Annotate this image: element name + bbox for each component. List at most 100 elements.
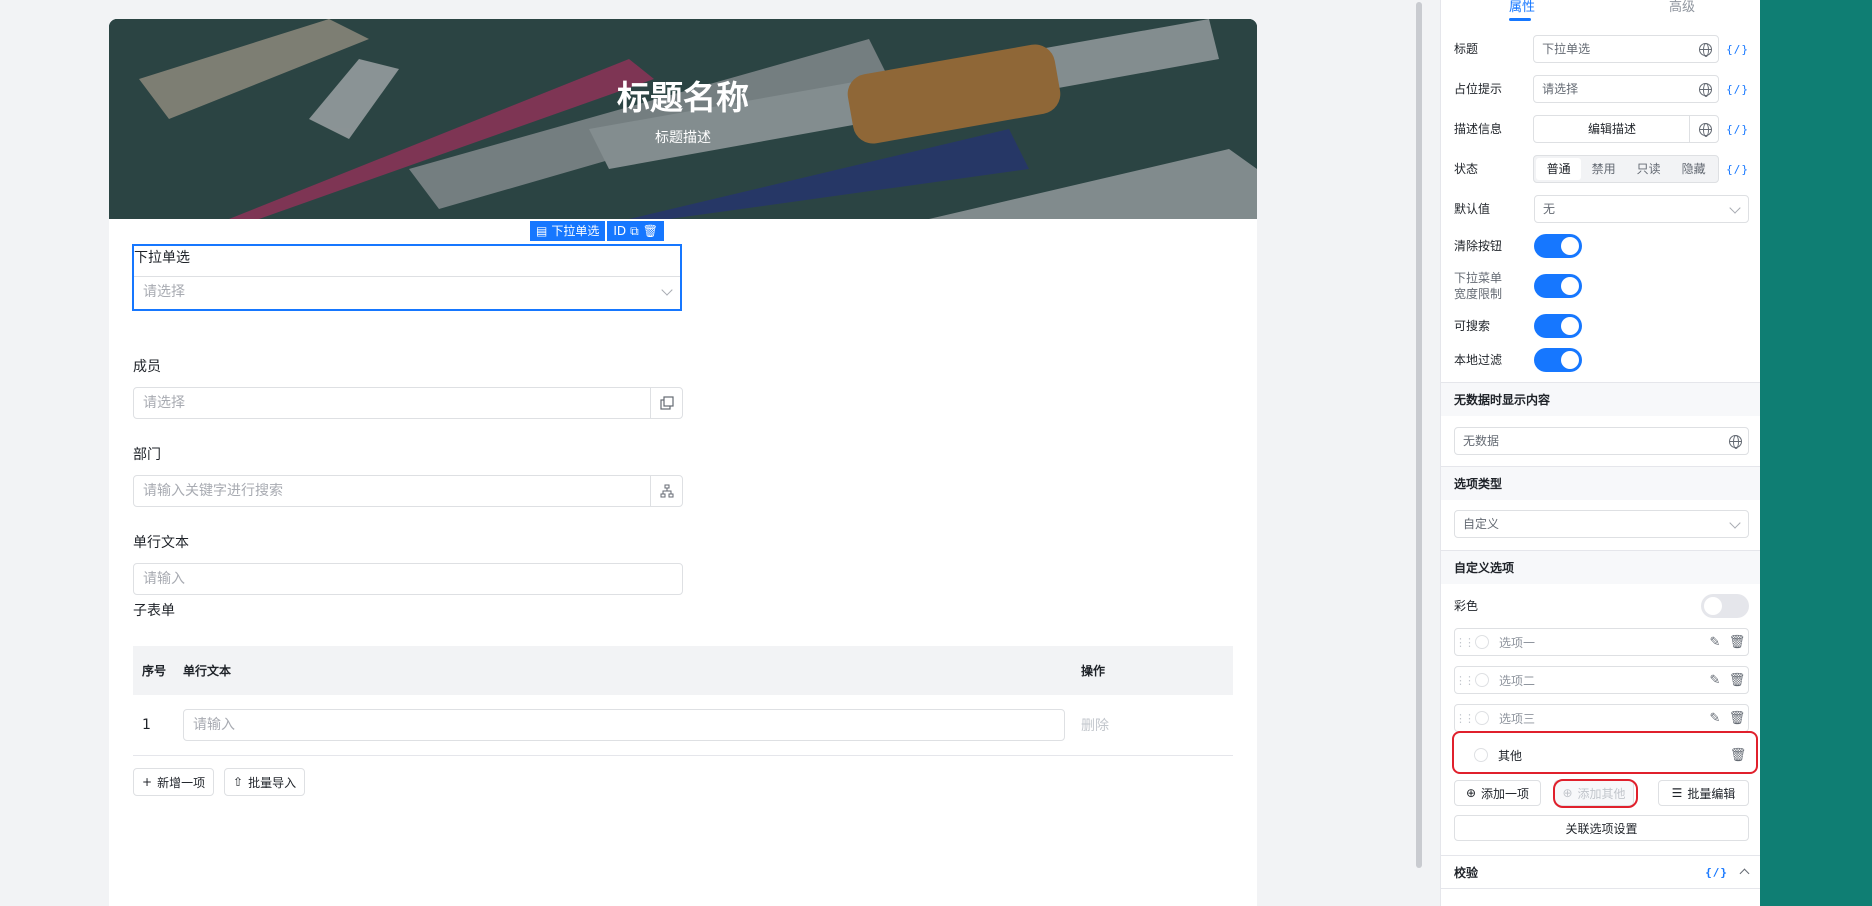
row-delete-link[interactable]: 删除 bbox=[1071, 715, 1109, 735]
subtable-label: 子表单 bbox=[133, 603, 175, 619]
status-option-readonly[interactable]: 只读 bbox=[1626, 158, 1671, 180]
member-field-label: 成员 bbox=[133, 359, 161, 375]
expression-icon[interactable]: {/} bbox=[1705, 856, 1728, 890]
batch-import-button[interactable]: ⇧ 批量导入 bbox=[224, 768, 306, 796]
row-text-input[interactable]: 请输入 bbox=[183, 709, 1065, 741]
form-canvas: 标题名称 标题描述 下拉单选 请选择 成员 请选择 部门 请输入关键字进行搜索 bbox=[0, 0, 1410, 906]
width-limit-toggle[interactable] bbox=[1534, 274, 1582, 298]
prop-placeholder-value: 请选择 bbox=[1542, 82, 1579, 96]
prop-title-row: 标题 下拉单选 {/} bbox=[1454, 35, 1749, 63]
tab-advanced[interactable]: 高级 bbox=[1669, 0, 1695, 15]
column-header-action: 操作 bbox=[1081, 664, 1106, 678]
expression-icon[interactable]: {/} bbox=[1726, 123, 1749, 136]
edit-icon[interactable]: ✎ bbox=[1704, 673, 1726, 688]
trash-icon[interactable]: 🗑 bbox=[643, 221, 658, 241]
drag-handle-icon[interactable]: ⋮⋮ bbox=[1455, 712, 1475, 725]
dropdown-field-selected[interactable]: 下拉单选 请选择 bbox=[132, 244, 682, 311]
drag-handle-icon[interactable]: ⋮⋮ bbox=[1455, 636, 1475, 649]
trash-icon[interactable]: 🗑 bbox=[1726, 711, 1748, 726]
globe-icon[interactable] bbox=[1699, 43, 1713, 57]
form-banner: 标题名称 标题描述 bbox=[109, 19, 1257, 219]
searchable-label: 可搜索 bbox=[1454, 319, 1491, 333]
dropdown-select[interactable]: 请选择 bbox=[134, 276, 680, 308]
clear-button-row: 清除按钮 bbox=[1454, 234, 1749, 258]
department-field: 部门 请输入关键字进行搜索 bbox=[133, 445, 683, 507]
option-item: ⋮⋮ 选项三 ✎ 🗑 bbox=[1454, 704, 1749, 732]
globe-icon[interactable] bbox=[1699, 83, 1713, 97]
clear-button-toggle[interactable] bbox=[1534, 234, 1582, 258]
searchable-toggle[interactable] bbox=[1534, 314, 1582, 338]
edit-description-button[interactable]: 编辑描述 bbox=[1532, 115, 1720, 143]
default-value-select[interactable]: 无 bbox=[1534, 195, 1749, 223]
text-input[interactable]: 请输入 bbox=[133, 563, 683, 595]
add-option-button[interactable]: ⊕ 添加一项 bbox=[1454, 780, 1541, 806]
tab-properties[interactable]: 属性 bbox=[1509, 0, 1535, 15]
trash-icon[interactable]: 🗑 bbox=[1726, 673, 1748, 688]
member-placeholder: 请选择 bbox=[143, 395, 185, 411]
trash-icon[interactable]: 🗑 bbox=[1726, 635, 1748, 650]
colorful-row: 彩色 bbox=[1454, 594, 1749, 618]
clear-button-label: 清除按钮 bbox=[1454, 239, 1503, 253]
member-select[interactable]: 请选择 bbox=[133, 387, 683, 419]
expression-icon[interactable]: {/} bbox=[1726, 163, 1749, 176]
canvas-scrollbar[interactable] bbox=[1414, 0, 1424, 906]
subtable: 序号 单行文本 操作 1 请输入 删除 bbox=[133, 646, 1233, 756]
prop-default-label: 默认值 bbox=[1454, 202, 1491, 216]
table-row: 1 请输入 删除 bbox=[133, 695, 1233, 756]
highlight-box-other bbox=[1452, 731, 1758, 774]
field-type-icon: ▤ bbox=[536, 224, 548, 238]
status-segmented-control: 普通 禁用 只读 隐藏 bbox=[1533, 155, 1720, 183]
width-limit-label-line1: 下拉菜单 bbox=[1454, 271, 1503, 285]
globe-icon[interactable] bbox=[1699, 123, 1713, 137]
globe-icon[interactable] bbox=[1729, 435, 1742, 449]
prop-title-input[interactable]: 下拉单选 bbox=[1533, 35, 1720, 63]
no-data-input[interactable]: 无数据 bbox=[1454, 427, 1749, 455]
no-data-value: 无数据 bbox=[1463, 434, 1500, 448]
add-circle-icon: ⊕ bbox=[1465, 786, 1477, 800]
linked-options-button[interactable]: 关联选项设置 bbox=[1454, 815, 1749, 841]
prop-placeholder-input[interactable]: 请选择 bbox=[1533, 75, 1720, 103]
org-tree-icon[interactable] bbox=[650, 476, 682, 506]
option-label[interactable]: 选项一 bbox=[1499, 634, 1704, 651]
department-search[interactable]: 请输入关键字进行搜索 bbox=[133, 475, 683, 507]
option-type-select[interactable]: 自定义 bbox=[1454, 510, 1749, 538]
column-header-index: 序号 bbox=[142, 664, 167, 678]
expression-icon[interactable]: {/} bbox=[1726, 83, 1749, 96]
prop-description-row: 描述信息 编辑描述 {/} bbox=[1454, 115, 1749, 143]
scrollbar-thumb[interactable] bbox=[1416, 2, 1422, 868]
add-row-button[interactable]: + 新增一项 bbox=[133, 768, 215, 796]
active-tab-indicator bbox=[1509, 18, 1531, 21]
option-type-value: 自定义 bbox=[1463, 517, 1500, 531]
upload-icon: ⇧ bbox=[233, 775, 244, 789]
prop-title-label: 标题 bbox=[1454, 42, 1479, 56]
prop-placeholder-label: 占位提示 bbox=[1454, 82, 1503, 96]
department-placeholder: 请输入关键字进行搜索 bbox=[143, 483, 283, 499]
option-label[interactable]: 选项二 bbox=[1499, 672, 1704, 689]
background-desktop bbox=[1760, 0, 1872, 906]
field-id-label: ID bbox=[613, 224, 627, 238]
option-label[interactable]: 选项三 bbox=[1499, 710, 1704, 727]
field-id-button[interactable]: ID ⧉ 🗑 bbox=[607, 221, 664, 241]
member-picker-icon[interactable] bbox=[650, 388, 682, 418]
expression-icon[interactable]: {/} bbox=[1726, 43, 1749, 56]
chevron-down-icon bbox=[1729, 202, 1741, 214]
radio-icon bbox=[1475, 635, 1489, 649]
status-option-normal[interactable]: 普通 bbox=[1536, 158, 1582, 180]
default-value-text: 无 bbox=[1543, 202, 1556, 216]
edit-icon[interactable]: ✎ bbox=[1704, 711, 1726, 726]
radio-icon bbox=[1475, 673, 1489, 687]
batch-edit-button[interactable]: ☰ 批量编辑 bbox=[1658, 780, 1749, 806]
chevron-up-icon[interactable] bbox=[1739, 868, 1750, 879]
field-toolbar: ▤ 下拉单选 ID ⧉ 🗑 bbox=[530, 221, 664, 241]
copy-icon[interactable]: ⧉ bbox=[630, 221, 639, 241]
validation-heading[interactable]: 校验 {/} bbox=[1441, 855, 1760, 889]
add-row-label: 新增一项 bbox=[157, 775, 206, 790]
drag-handle-icon[interactable]: ⋮⋮ bbox=[1455, 674, 1475, 687]
status-option-disabled[interactable]: 禁用 bbox=[1581, 158, 1626, 180]
local-filter-toggle[interactable] bbox=[1534, 348, 1582, 372]
edit-icon[interactable]: ✎ bbox=[1704, 635, 1726, 650]
colorful-toggle[interactable] bbox=[1701, 594, 1749, 618]
status-option-hidden[interactable]: 隐藏 bbox=[1671, 158, 1716, 180]
form-card: 标题名称 标题描述 下拉单选 请选择 成员 请选择 部门 请输入关键字进行搜索 bbox=[109, 19, 1257, 906]
field-type-tag[interactable]: ▤ 下拉单选 bbox=[530, 221, 606, 241]
